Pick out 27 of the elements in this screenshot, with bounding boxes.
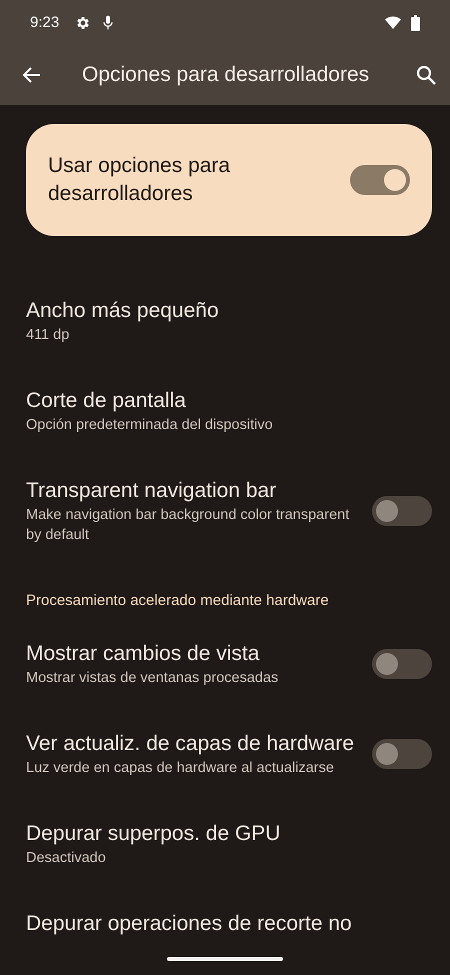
setting-title[interactable]: Corte de pantalla — [26, 387, 432, 415]
setting-title[interactable]: Depurar superpos. de GPU — [26, 820, 432, 848]
setting-title[interactable]: Ancho más pequeño — [26, 297, 432, 325]
setting-summary: Make navigation bar background color transparent by default — [26, 506, 350, 545]
main-switch-label: Usar opciones para desarrolladores — [48, 153, 232, 207]
section-header: Procesamiento acelerado mediante hardware — [25, 591, 330, 611]
gear-icon — [75, 14, 92, 30]
toggle-switch[interactable] — [372, 649, 432, 679]
main-switch-card[interactable]: Usar opciones para desarrolladores — [26, 124, 432, 236]
setting-summary: Desactivado — [26, 849, 107, 868]
setting-title[interactable]: Depurar operaciones de recorte no — [26, 910, 432, 938]
microphone-icon — [101, 14, 116, 30]
toggle-switch[interactable] — [372, 496, 432, 526]
toggle-switch[interactable] — [372, 739, 432, 769]
screen-title: Opciones para desarrolladores — [82, 63, 370, 87]
battery-icon — [411, 14, 420, 30]
search-button[interactable] — [414, 63, 438, 87]
toggle-switch[interactable] — [350, 165, 410, 195]
setting-title[interactable]: Ver actualiz. de capas de hardware — [26, 730, 356, 758]
wifi-icon — [385, 16, 401, 29]
setting-summary: Luz verde en capas de hardware al actualizarse — [26, 759, 335, 778]
status-time: 9:23 — [30, 14, 60, 31]
setting-title[interactable]: Transparent navigation bar — [26, 477, 356, 505]
setting-summary: 411 dp — [26, 326, 70, 345]
setting-summary: Mostrar vistas de ventanas procesadas — [26, 669, 280, 688]
setting-summary: Opción predeterminada del dispositivo — [26, 416, 274, 435]
setting-title[interactable]: Mostrar cambios de vista — [26, 640, 356, 668]
